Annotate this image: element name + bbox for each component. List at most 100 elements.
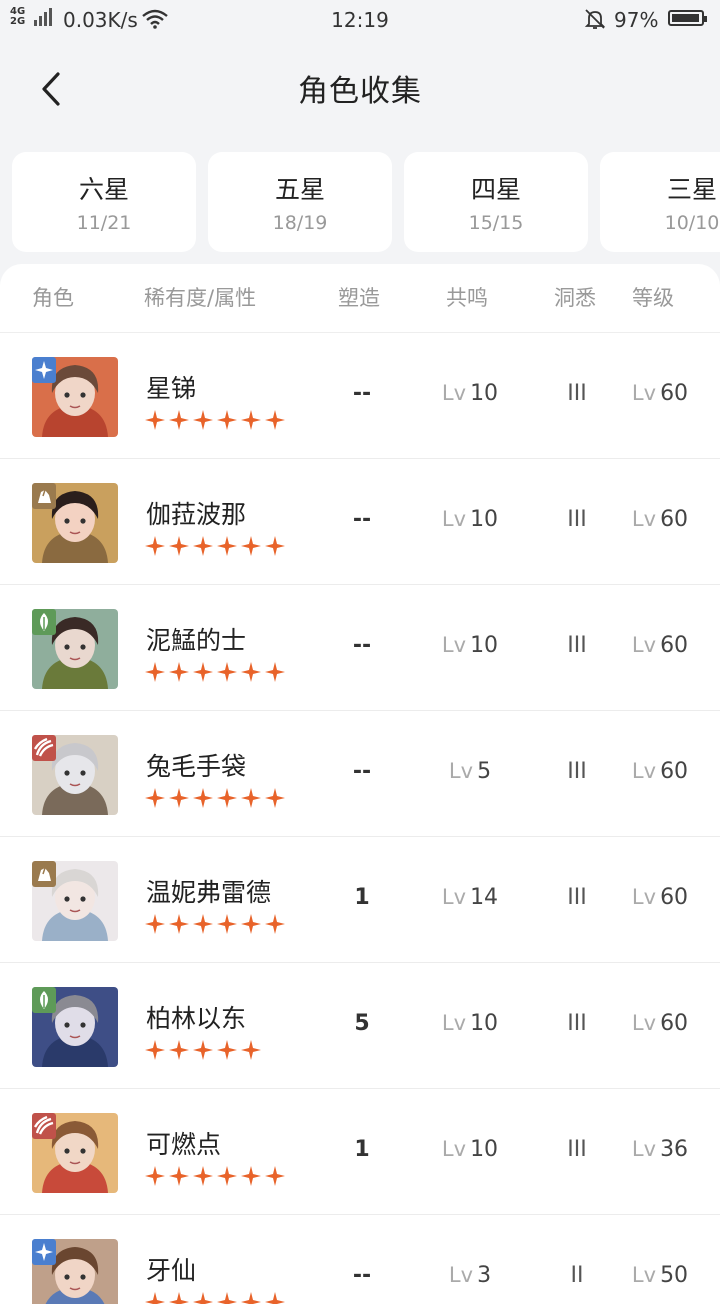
column-header-resonance: 共鸣 [446,286,488,310]
rarity-star-icon [145,662,165,682]
beast-attribute-icon [32,1113,56,1139]
insight-value: III [567,381,587,406]
character-name: 牙仙 [146,1256,197,1285]
column-header-level: 等级 [632,286,674,310]
rarity-stars [144,1291,288,1304]
battery-percent: 97% [614,8,659,32]
rarity-star-icon [169,1166,189,1186]
lv-prefix: Lv [448,1263,474,1287]
character-row[interactable]: 泥鯭的士 -- Lv 10 III Lv 60 [0,585,720,711]
character-level: Lv 60 [612,1011,708,1036]
character-level: Lv 36 [612,1137,708,1162]
rarity-star-icon [193,536,213,556]
insight-value: III [567,1137,587,1162]
tab-four-star[interactable]: 四星 15/15 [404,152,588,252]
star-attribute-icon [32,357,56,383]
rarity-star-icon [169,1040,189,1060]
level-value: 36 [660,1137,689,1162]
lv-prefix: Lv [631,759,657,783]
tab-count: 11/21 [76,212,132,234]
character-name: 泥鯭的士 [146,626,247,655]
lv-prefix: Lv [631,1137,657,1161]
lv-prefix: Lv [631,1263,657,1287]
character-row[interactable]: 温妮弗雷德 1 Lv 14 III Lv 60 [0,837,720,963]
rarity-star-icon [241,1166,261,1186]
resonance-value: 10 [470,1011,499,1036]
rarity-star-icon [241,662,261,682]
rarity-star-icon [217,914,237,934]
column-header-rarity: 稀有度/属性 [144,286,257,310]
tab-count: 10/10 [664,212,720,234]
rarity-star-icon [169,662,189,682]
character-list[interactable]: 角色 稀有度/属性 塑造 共鸣 洞悉 等级 星锑 -- Lv 10 III Lv 60 伽菈波… [0,264,720,1304]
insight-value: III [567,1011,587,1036]
shaping-value: -- [352,759,372,784]
rarity-star-icon [169,914,189,934]
lv-prefix: Lv [441,381,467,405]
character-level: Lv 60 [612,381,708,406]
insight-value: III [567,885,587,910]
resonance-value: 10 [470,507,499,532]
character-level: Lv 50 [612,1263,708,1288]
level-value: 60 [660,885,689,910]
status-bar: 4G 2G 0.03K/s 12:19 97% [0,0,720,38]
shaping-value: -- [352,381,372,406]
tab-three-star[interactable]: 三星 10/10 [600,152,720,252]
rarity-star-icon [193,788,213,808]
rarity-stars [144,409,288,431]
character-row[interactable]: 兔毛手袋 -- Lv 5 III Lv 60 [0,711,720,837]
rarity-star-icon [145,788,165,808]
resonance-level: Lv 14 [420,885,520,910]
rarity-star-icon [217,1166,237,1186]
lv-prefix: Lv [441,1137,467,1161]
rarity-star-icon [241,914,261,934]
tab-six-star[interactable]: 六星 11/21 [12,152,196,252]
rarity-star-icon [145,1040,165,1060]
resonance-value: 5 [477,759,492,784]
rarity-star-icon [193,662,213,682]
tab-five-star[interactable]: 五星 18/19 [208,152,392,252]
lv-prefix: Lv [448,759,474,783]
rarity-star-icon [241,788,261,808]
character-name: 星锑 [146,374,197,403]
resonance-level: Lv 10 [420,633,520,658]
shaping-value: 1 [354,885,370,910]
shaping-value: 5 [354,1011,370,1036]
character-level: Lv 60 [612,885,708,910]
lv-prefix: Lv [631,1011,657,1035]
shaping-value: 1 [354,1137,370,1162]
resonance-value: 14 [470,885,499,910]
rarity-stars [144,913,288,935]
rarity-star-icon [169,410,189,430]
resonance-value: 10 [470,1137,499,1162]
character-row[interactable]: 牙仙 -- Lv 3 II Lv 50 [0,1215,720,1304]
tab-label: 五星 [274,175,325,204]
rarity-star-icon [169,1292,189,1304]
rarity-stars [144,661,288,683]
rarity-star-icon [193,410,213,430]
rock-attribute-icon [32,483,56,509]
shaping-value: -- [352,1263,372,1288]
rarity-star-icon [145,410,165,430]
level-value: 60 [660,759,689,784]
character-row[interactable]: 可燃点 1 Lv 10 III Lv 36 [0,1089,720,1215]
rarity-star-icon [265,536,285,556]
character-name: 兔毛手袋 [146,752,247,781]
character-row[interactable]: 伽菈波那 -- Lv 10 III Lv 60 [0,459,720,585]
rarity-star-icon [265,410,285,430]
plant-attribute-icon [32,609,56,635]
character-level: Lv 60 [612,759,708,784]
rarity-stars [144,1039,264,1061]
lv-prefix: Lv [631,633,657,657]
character-row[interactable]: 柏林以东 5 Lv 10 III Lv 60 [0,963,720,1089]
rarity-star-icon [217,788,237,808]
rarity-star-icon [265,662,285,682]
rarity-tabs: 六星 11/21 五星 18/19 四星 15/15 三星 10/10 [0,152,720,252]
character-row[interactable]: 星锑 -- Lv 10 III Lv 60 [0,333,720,459]
tab-label: 三星 [666,175,717,204]
rarity-stars [144,535,288,557]
character-name: 可燃点 [146,1130,222,1159]
character-rows: 星锑 -- Lv 10 III Lv 60 伽菈波那 -- Lv 10 III Lv 60 泥鯭的士 -- Lv… [0,333,720,1304]
page-title: 角色收集 [298,74,422,109]
level-value: 60 [660,1011,689,1036]
